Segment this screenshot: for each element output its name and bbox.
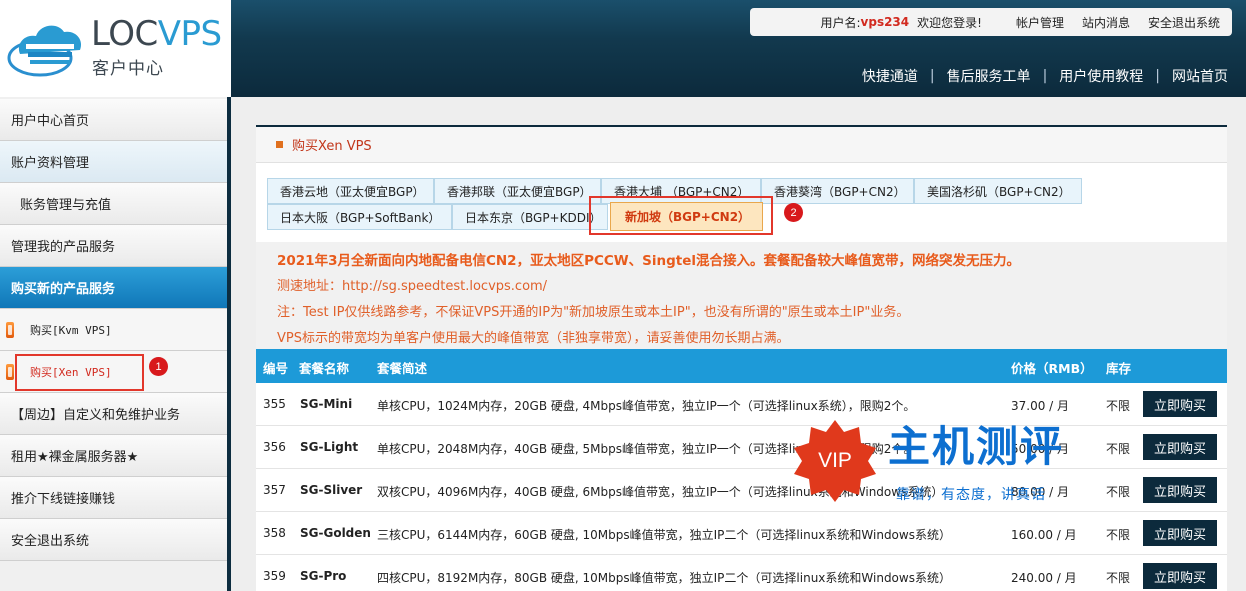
plan-id: 355 [263, 397, 286, 411]
notice-speedtest: 测速地址：http://sg.speedtest.locvps.com/ [277, 279, 548, 294]
table-row: 357 SG-Sliver 双核CPU，4096M内存，40GB 硬盘, 6Mb… [256, 469, 1227, 512]
buy-now-button[interactable]: 立即购买 [1143, 434, 1217, 460]
server-icon [6, 322, 14, 338]
plan-desc: 双核CPU，4096M内存，40GB 硬盘, 6Mbps峰值带宽，独立IP一个（… [377, 485, 944, 499]
buy-now-button[interactable]: 立即购买 [1143, 563, 1217, 589]
plan-desc: 单核CPU，2048M内存，40GB 硬盘, 5Mbps峰值带宽，独立IP一个（… [377, 442, 916, 456]
plan-price: 240.00 / 月 [1011, 571, 1077, 585]
plan-desc: 三核CPU，6144M内存，60GB 硬盘, 10Mbps峰值带宽，独立IP二个… [377, 528, 951, 542]
brand-subtitle: 客户中心 [92, 59, 164, 79]
username: vps234 [860, 15, 910, 29]
sidebar-item-billing[interactable]: 账务管理与充值 [0, 183, 227, 225]
plan-stock: 不限 [1106, 528, 1131, 542]
tab-us-la[interactable]: 美国洛杉矶（BGP+CN2） [914, 178, 1082, 204]
col-header-price: 价格（RMB） [1011, 361, 1093, 376]
plan-name: SG-Golden [300, 526, 371, 540]
buy-now-button[interactable]: 立即购买 [1143, 520, 1217, 546]
sidebar-item-bare-metal[interactable]: 租用★裸金属服务器★ [0, 435, 227, 477]
plan-stock: 不限 [1106, 485, 1131, 499]
plan-price: 50.00 / 月 [1011, 442, 1070, 456]
plan-stock: 不限 [1106, 442, 1131, 456]
sidebar-item-manage-products[interactable]: 管理我的产品服务 [0, 225, 227, 267]
plan-price: 80.00 / 月 [1011, 485, 1070, 499]
plan-name: SG-Light [300, 440, 359, 454]
logo-area[interactable]: LOCVPS 客户中心 [0, 0, 231, 97]
nav-separator: | [1042, 68, 1048, 84]
plan-desc: 四核CPU，8192M内存，80GB 硬盘, 10Mbps峰值带宽，独立IP二个… [377, 571, 951, 585]
notice-headline: 2021年3月全新面向内地配备电信CN2，亚太地区PCCW、Singtel混合接… [277, 253, 1021, 269]
nav-quick-access[interactable]: 快捷通道 [862, 66, 918, 86]
tab-hk-yundi[interactable]: 香港云地（亚太便宜BGP） [267, 178, 434, 204]
nav-support-ticket[interactable]: 售后服务工单 [947, 66, 1031, 86]
notice-area: 2021年3月全新面向内地配备电信CN2，亚太地区PCCW、Singtel混合接… [256, 242, 1227, 349]
plan-price: 37.00 / 月 [1011, 399, 1070, 413]
sidebar-item-referral[interactable]: 推介下线链接赚钱 [0, 477, 227, 519]
nav-separator: | [929, 68, 935, 84]
sidebar-item-account-profile[interactable]: 账户资料管理 [0, 141, 227, 183]
tab-jp-osaka[interactable]: 日本大阪（BGP+SoftBank） [267, 204, 452, 230]
plan-name: SG-Sliver [300, 483, 363, 497]
brand-loc: LOC [91, 14, 158, 54]
bullet-square-icon [276, 141, 283, 148]
nav-homepage[interactable]: 网站首页 [1172, 66, 1228, 86]
sidebar: 用户中心首页 账户资料管理 账务管理与充值 管理我的产品服务 购买新的产品服务 … [0, 97, 227, 591]
sidebar-item-buy-kvm[interactable]: 购买[Kvm VPS] [0, 309, 227, 351]
cloud-logo-icon [7, 25, 82, 77]
notice-test-ip: 注：Test IP仅供线路参考，不保证VPS开通的IP为"新加坡原生或本土IP"… [277, 305, 910, 320]
plan-stock: 不限 [1106, 571, 1131, 585]
server-icon [6, 364, 14, 380]
panel-header: 购买Xen VPS [256, 127, 1227, 163]
plan-desc: 单核CPU，1024M内存，20GB 硬盘, 4Mbps峰值带宽，独立IP一个（… [377, 399, 916, 413]
logout-link[interactable]: 安全退出系统 [1148, 14, 1220, 31]
sidebar-item-custom-services[interactable]: 【周边】自定义和免维护业务 [0, 393, 227, 435]
brand-vps: VPS [157, 14, 222, 54]
buy-now-button[interactable]: 立即购买 [1143, 477, 1217, 503]
table-row: 359 SG-Pro 四核CPU，8192M内存，80GB 硬盘, 10Mbps… [256, 555, 1227, 591]
plan-name: SG-Mini [300, 397, 353, 411]
step-badge-1: 1 [149, 357, 168, 376]
col-header-id: 编号 [263, 361, 289, 376]
highlight-box-xen [15, 354, 144, 391]
tab-hk-kwaiwan[interactable]: 香港葵湾（BGP+CN2） [761, 178, 914, 204]
brand-name: LOCVPS [91, 14, 222, 54]
main-panel: 购买Xen VPS 香港云地（亚太便宜BGP） 香港邦联（亚太便宜BGP） 香港… [256, 125, 1227, 591]
panel-title: 购买Xen VPS [292, 139, 372, 154]
plan-stock: 不限 [1106, 399, 1131, 413]
col-header-desc: 套餐简述 [377, 361, 428, 376]
table-row: 355 SG-Mini 单核CPU，1024M内存，20GB 硬盘, 4Mbps… [256, 383, 1227, 426]
table-row: 358 SG-Golden 三核CPU，6144M内存，60GB 硬盘, 10M… [256, 512, 1227, 555]
tab-hk-banglian[interactable]: 香港邦联（亚太便宜BGP） [434, 178, 601, 204]
col-header-stock: 库存 [1106, 361, 1132, 376]
step-badge-2: 2 [784, 203, 803, 222]
sidebar-item-logout[interactable]: 安全退出系统 [0, 519, 227, 561]
table-row: 356 SG-Light 单核CPU，2048M内存，40GB 硬盘, 5Mbp… [256, 426, 1227, 469]
sidebar-item-home[interactable]: 用户中心首页 [0, 99, 227, 141]
header-bar: 用户名: vps234 欢迎您登录! 帐户管理 站内消息 安全退出系统 快捷通道… [231, 0, 1246, 97]
nav-user-tutorial[interactable]: 用户使用教程 [1059, 66, 1143, 86]
plan-price: 160.00 / 月 [1011, 528, 1077, 542]
sidebar-item-buy-products[interactable]: 购买新的产品服务 [0, 267, 227, 309]
buy-now-button[interactable]: 立即购买 [1143, 391, 1217, 417]
plan-id: 356 [263, 440, 286, 454]
user-info-box: 用户名: vps234 欢迎您登录! 帐户管理 站内消息 安全退出系统 [750, 8, 1232, 36]
col-header-name: 套餐名称 [299, 361, 350, 376]
highlight-box-singapore [589, 196, 773, 235]
sidebar-divider [227, 97, 231, 591]
account-manage-link[interactable]: 帐户管理 [1016, 14, 1064, 31]
table-header: 编号 套餐名称 套餐简述 价格（RMB） 库存 [256, 349, 1227, 383]
plan-id: 359 [263, 569, 286, 583]
site-messages-link[interactable]: 站内消息 [1082, 14, 1130, 31]
plan-name: SG-Pro [300, 569, 347, 583]
sidebar-item-label: 购买[Kvm VPS] [30, 323, 112, 337]
plan-id: 358 [263, 526, 286, 540]
welcome-text: 欢迎您登录! [917, 15, 982, 30]
username-label: 用户名: [820, 15, 861, 30]
plan-id: 357 [263, 483, 286, 497]
top-nav: 快捷通道 | 售后服务工单 | 用户使用教程 | 网站首页 [862, 66, 1228, 86]
nav-separator: | [1155, 68, 1160, 84]
tab-jp-tokyo[interactable]: 日本东京（BGP+KDDI） [452, 204, 608, 230]
